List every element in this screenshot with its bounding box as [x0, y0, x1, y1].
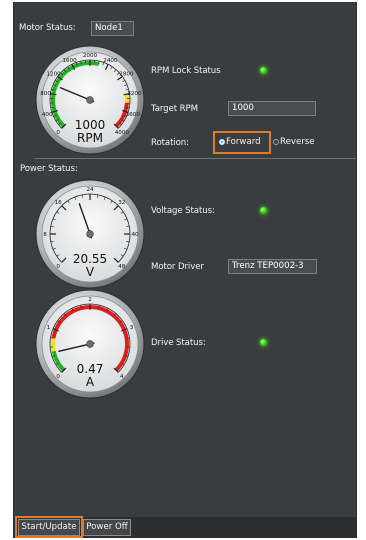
gauge-unit-label: RPM: [77, 131, 103, 145]
gauge-tick-label: 24: [86, 187, 94, 193]
gauge-unit-label: A: [86, 375, 95, 389]
drive-status-label: Drive Status:: [151, 338, 206, 348]
gauge-tick-label: 2000: [83, 53, 98, 59]
motor-driver-field[interactable]: Trenz TEP0002-3: [228, 259, 317, 274]
gauge-tick-label: 1: [47, 325, 51, 331]
gauge-value-readout: 20.55: [73, 252, 107, 266]
rotation-label: Rotation:: [151, 138, 189, 148]
gauge-tick-label: 4: [120, 374, 124, 380]
drive-status-led: [260, 339, 267, 346]
start-update-button[interactable]: Start/Update: [18, 519, 80, 536]
gauge-tick-label: 8: [43, 232, 47, 238]
rotation-reverse-radio[interactable]: Reverse: [273, 137, 315, 147]
motor-driver-label: Motor Driver: [151, 262, 204, 272]
voltage-status-led: [260, 207, 267, 214]
power-off-button[interactable]: Power Off: [83, 519, 131, 536]
gauge-tick-label: 3600: [126, 112, 141, 118]
gauge-tick-label: 1600: [62, 58, 77, 64]
gauge-hub: [86, 340, 94, 348]
gauge-tick-label: 16: [55, 200, 63, 206]
node-select[interactable]: Node1: [91, 21, 134, 36]
gauge-tick-label: 3200: [127, 91, 142, 97]
gauge-tick-label: 0: [56, 130, 60, 136]
rpm-gauge: 0 400 800 1200 1600 2000 2400 2800 3200 3600 4000 1…: [34, 44, 146, 156]
gauge-tick-label: 0: [56, 264, 60, 270]
gauge-value-readout: 0.47: [77, 362, 104, 376]
gauge-hub: [86, 96, 94, 104]
power-status-label: Power Status:: [20, 164, 78, 174]
target-rpm-input[interactable]: 1000: [228, 101, 316, 116]
gauge-tick-label: 2: [88, 297, 92, 303]
gauge-tick-label: 4000: [115, 130, 130, 136]
radio-unselected-icon: [273, 138, 279, 145]
gauge-tick-label: 32: [118, 200, 125, 206]
gauge-value-readout: 1000: [75, 118, 106, 132]
motor-control-panel: Motor Status: Node1 0 400 800 1200 1600 2000 2…: [13, 2, 357, 538]
motor-status-label: Motor Status:: [19, 23, 76, 33]
gauge-tick-label: 2800: [119, 72, 134, 78]
gauge-tick-label: 2400: [103, 58, 118, 64]
current-gauge: 0 1 2 3 4 0.47 A: [34, 288, 146, 400]
target-rpm-label: Target RPM: [151, 104, 198, 114]
gauge-tick-label: 800: [40, 91, 51, 97]
rotation-forward-label: Forward: [226, 137, 261, 147]
gauge-unit-label: V: [86, 265, 95, 279]
rpm-lock-status-label: RPM Lock Status: [151, 66, 221, 76]
gauge-tick-label: 0: [56, 374, 60, 380]
radio-selected-icon: [219, 138, 225, 145]
rotation-reverse-label: Reverse: [280, 137, 315, 147]
gauge-hub: [86, 230, 94, 238]
rpm-lock-status-led: [260, 67, 267, 74]
gauge-tick-label: 48: [118, 264, 126, 270]
gauge-tick-label: 400: [42, 112, 53, 118]
rotation-forward-radio[interactable]: Forward: [219, 137, 261, 147]
gauge-tick-label: 40: [131, 232, 139, 238]
section-divider: [34, 158, 356, 159]
voltage-status-label: Voltage Status:: [151, 206, 215, 216]
voltage-gauge: 0 8 16 24 32 40 48 20.55 V: [34, 178, 146, 290]
gauge-zone-yellow: [51, 337, 56, 352]
gauge-tick-label: 1200: [46, 72, 61, 78]
gauge-tick-label: 3: [130, 325, 134, 331]
